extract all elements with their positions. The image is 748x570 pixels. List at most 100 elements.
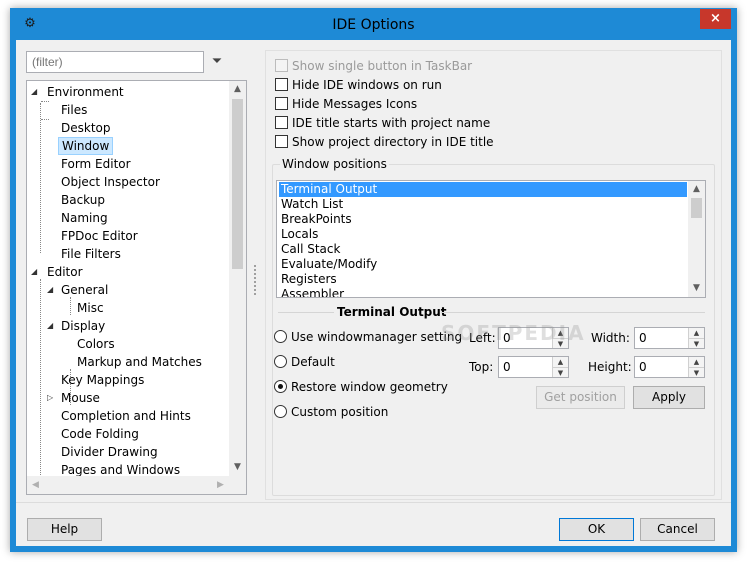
window-positions-title: Window positions	[280, 157, 389, 171]
terminal-output-section-title: Terminal Output	[337, 305, 447, 319]
title-bar[interactable]: ⚙ IDE Options ×	[10, 8, 737, 40]
tree-item-file-filters[interactable]: File Filters	[61, 245, 121, 263]
list-item[interactable]: Call Stack	[279, 242, 342, 257]
show-project-dir-checkbox[interactable]: Show project directory in IDE title	[275, 134, 494, 152]
radio-default[interactable]: Default	[274, 354, 335, 372]
ok-button[interactable]: OK	[559, 518, 634, 541]
spin-down-icon: ▼	[689, 338, 704, 348]
scroll-up-icon[interactable]: ▲	[688, 181, 705, 198]
tree-item-fpdoc-editor[interactable]: FPDoc Editor	[61, 227, 138, 245]
scroll-right-icon[interactable]: ▶	[212, 476, 229, 494]
scroll-up-icon[interactable]: ▲	[229, 81, 246, 98]
tree-item-window[interactable]: Window	[58, 137, 114, 155]
expanded-arrow-icon[interactable]: ◢	[31, 263, 41, 281]
ide-title-project-checkbox[interactable]: IDE title starts with project name	[275, 115, 490, 133]
ide-options-window: ⚙ IDE Options × ⏷ ◢ Environment Files De…	[10, 8, 737, 552]
tree-item-mouse[interactable]: Mouse	[61, 389, 100, 407]
section-divider	[278, 312, 334, 313]
list-item[interactable]: Locals	[279, 227, 320, 242]
show-single-button-checkbox[interactable]: Show single button in TaskBar	[275, 58, 472, 76]
radio-use-windowmanager[interactable]: Use windowmanager setting	[274, 329, 462, 347]
spin-buttons[interactable]: ▲ ▼	[688, 328, 704, 348]
tree-guide-line	[70, 297, 71, 315]
list-item[interactable]: Registers	[279, 272, 339, 287]
checkbox-box[interactable]	[275, 97, 288, 110]
get-position-button[interactable]: Get position	[536, 386, 625, 409]
options-tree[interactable]: ◢ Environment Files Desktop Window Form …	[26, 80, 247, 495]
tree-item-colors[interactable]: Colors	[77, 335, 115, 353]
scroll-down-icon[interactable]: ▼	[688, 280, 705, 297]
height-spin-edit[interactable]: 0 ▲ ▼	[634, 356, 705, 378]
height-label: Height:	[588, 360, 632, 374]
footer-separator	[16, 502, 731, 503]
tree-item-editor[interactable]: Editor	[47, 263, 83, 281]
tree-item-environment[interactable]: Environment	[47, 83, 124, 101]
scroll-thumb[interactable]	[232, 99, 243, 269]
tree-guide-line	[40, 103, 41, 253]
tree-item-divider-drawing[interactable]: Divider Drawing	[61, 443, 158, 461]
expanded-arrow-icon[interactable]: ◢	[31, 83, 41, 101]
checkbox-box[interactable]	[275, 59, 288, 72]
scroll-left-icon[interactable]: ◀	[27, 476, 44, 494]
list-item[interactable]: Assembler	[279, 287, 346, 297]
filter-input[interactable]	[26, 51, 204, 73]
hide-ide-windows-checkbox[interactable]: Hide IDE windows on run	[275, 77, 442, 95]
window-title: IDE Options	[332, 17, 415, 33]
help-button[interactable]: Help	[27, 518, 102, 541]
tree-item-display[interactable]: Display	[61, 317, 105, 335]
tree-vertical-scrollbar[interactable]: ▲ ▼	[229, 81, 246, 476]
radio-dot-selected[interactable]	[274, 380, 287, 393]
list-item[interactable]: Watch List	[279, 197, 345, 212]
tree-item-desktop[interactable]: Desktop	[61, 119, 111, 137]
radio-restore-geometry[interactable]: Restore window geometry	[274, 379, 448, 397]
dialog-client-area: ⏷ ◢ Environment Files Desktop Window For…	[16, 40, 731, 546]
expanded-arrow-icon[interactable]: ◢	[47, 281, 57, 299]
scroll-thumb[interactable]	[691, 198, 702, 218]
hide-messages-icons-checkbox[interactable]: Hide Messages Icons	[275, 96, 417, 114]
clear-filter-icon[interactable]: ⏷	[206, 52, 228, 72]
list-vertical-scrollbar[interactable]: ▲ ▼	[688, 181, 705, 297]
tree-item-code-folding[interactable]: Code Folding	[61, 425, 139, 443]
tree-item-object-inspector[interactable]: Object Inspector	[61, 173, 160, 191]
tree-connector	[41, 101, 49, 102]
tree-item-form-editor[interactable]: Form Editor	[61, 155, 131, 173]
spin-down-icon: ▼	[689, 367, 704, 377]
section-divider	[441, 312, 705, 313]
radio-custom-position[interactable]: Custom position	[274, 404, 388, 422]
radio-dot[interactable]	[274, 355, 287, 368]
tree-item-key-mappings[interactable]: Key Mappings	[61, 371, 144, 389]
list-item[interactable]: Evaluate/Modify	[279, 257, 379, 272]
splitter-grip[interactable]	[254, 265, 258, 295]
window-positions-list[interactable]: Terminal Output Watch List BreakPoints L…	[276, 180, 706, 298]
width-spin-edit[interactable]: 0 ▲ ▼	[634, 327, 705, 349]
spin-up-icon: ▲	[693, 329, 700, 337]
spin-buttons[interactable]: ▲ ▼	[688, 357, 704, 377]
close-button[interactable]: ×	[700, 9, 731, 29]
tree-item-markup-and-matches[interactable]: Markup and Matches	[77, 353, 202, 371]
tree-item-naming[interactable]: Naming	[61, 209, 108, 227]
apply-button[interactable]: Apply	[633, 386, 705, 409]
spin-up-icon: ▲	[693, 358, 700, 366]
scroll-down-icon[interactable]: ▼	[229, 459, 246, 476]
softpedia-watermark: SOFTPEDIA	[441, 321, 586, 345]
checkbox-box[interactable]	[275, 78, 288, 91]
cancel-button[interactable]: Cancel	[640, 518, 715, 541]
top-label: Top:	[469, 360, 494, 374]
expanded-arrow-icon[interactable]: ◢	[47, 317, 57, 335]
tree-item-misc[interactable]: Misc	[77, 299, 104, 317]
spin-down-icon: ▼	[553, 367, 568, 377]
tree-horizontal-scrollbar[interactable]: ◀ ▶	[27, 476, 246, 494]
tree-guide-line	[40, 279, 41, 479]
tree-item-files[interactable]: Files	[61, 101, 87, 119]
checkbox-box[interactable]	[275, 116, 288, 129]
radio-dot[interactable]	[274, 330, 287, 343]
list-item[interactable]: Terminal Output	[279, 182, 687, 197]
list-item[interactable]: BreakPoints	[279, 212, 354, 227]
radio-dot[interactable]	[274, 405, 287, 418]
tree-item-completion-and-hints[interactable]: Completion and Hints	[61, 407, 191, 425]
tree-item-backup[interactable]: Backup	[61, 191, 105, 209]
tree-connector	[41, 119, 49, 120]
collapsed-arrow-icon[interactable]: ▷	[47, 389, 57, 407]
checkbox-box[interactable]	[275, 135, 288, 148]
tree-item-general[interactable]: General	[61, 281, 108, 299]
